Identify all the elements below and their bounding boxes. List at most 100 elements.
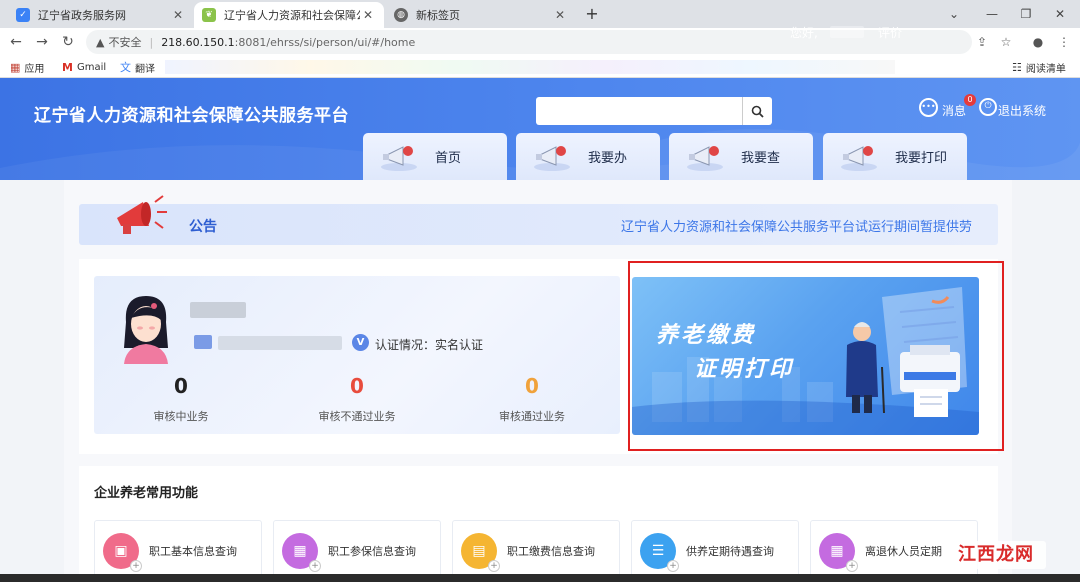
banner-illustration [632,287,979,435]
window-close-button[interactable]: ✕ [1050,4,1070,24]
function-employee-basic-info[interactable]: ▣ + 职工基本信息查询 [94,520,262,582]
stat-rejected-count[interactable]: 0 [327,374,387,398]
notice-bar[interactable]: 公告 辽宁省人力资源和社会保障公共服务平台试运行期间暂提供劳 [79,195,998,245]
id-card-icon [194,335,212,349]
site-search-input[interactable] [536,97,772,125]
forward-button[interactable]: → [32,32,52,52]
id-number-blurred [218,336,342,350]
globe-icon: ◍ [394,8,408,22]
back-button[interactable]: ← [6,32,26,52]
close-icon[interactable]: ✕ [552,8,568,22]
reload-button[interactable]: ↻ [58,32,78,52]
verification-status: 认证情况：实名认证 [375,338,484,352]
url-path: :8081/ehrss/si/person/ui/#/home [234,35,416,49]
blurred-bookmarks [165,60,895,74]
megaphone-icon [381,145,417,171]
shield-icon: ✓ [16,8,30,22]
restore-button[interactable]: ❐ [1016,4,1036,24]
plus-icon: + [667,560,679,572]
plus-icon: + [488,560,500,572]
avatar [124,296,168,364]
nav-tab-label: 我要打印 [895,151,948,166]
apps-grid-icon: ▦ [10,60,21,74]
tab-title: 辽宁省人力资源和社会保障公共服 [224,9,360,22]
bookmark-label: 翻译 [135,63,155,75]
greeting-text: 您好, [790,26,818,40]
user-name-blurred [190,302,246,318]
new-tab-button[interactable]: + [582,4,602,24]
messages-link[interactable]: 消息 [942,102,966,119]
document-icon: ▤ + [461,533,500,572]
watermark-logo: 江西龙网 [946,541,1046,569]
message-icon[interactable]: ••• [919,98,938,117]
bookmark-label: Gmail [76,61,107,73]
bookmark-translate[interactable]: 文 翻译 [120,59,155,75]
bookmark-apps[interactable]: ▦ 应用 [10,59,44,75]
megaphone-icon [841,145,877,171]
function-label: 离退休人员定期 [865,545,942,558]
browser-tab-active[interactable]: ❦ 辽宁省人力资源和社会保障公共服 ✕ [194,2,384,28]
plus-icon: + [846,560,858,572]
tab-title: 新标签页 [416,9,460,22]
function-label: 供养定期待遇查询 [686,545,774,558]
function-label: 职工基本信息查询 [149,545,237,558]
notice-title: 公告 [189,219,217,235]
function-payment-info[interactable]: ▤ + 职工缴费信息查询 [452,520,620,582]
nav-tab-apply[interactable]: 我要办 [516,133,660,180]
nav-tab-print[interactable]: 我要打印 [823,133,967,180]
browser-tab[interactable]: ✓ 辽宁省政务服务网 ✕ [8,2,194,28]
site-title: 辽宁省人力资源和社会保障公共服务平台 [34,106,349,126]
grid-icon: ▦ + [282,533,321,572]
megaphone-icon [117,195,167,234]
username-blurred [830,26,864,38]
bookmark-gmail[interactable]: M Gmail [62,59,106,75]
browser-tab-bar: ✓ 辽宁省政务服务网 ✕ ❦ 辽宁省人力资源和社会保障公共服 ✕ ◍ 新标签页 … [0,0,1080,28]
megaphone-icon [687,145,723,171]
minimize-button[interactable]: — [982,4,1002,24]
browser-tab[interactable]: ◍ 新标签页 ✕ [386,2,576,28]
close-icon[interactable]: ✕ [360,8,376,22]
plus-icon: + [309,560,321,572]
function-label: 职工缴费信息查询 [507,545,595,558]
list-icon: ☰ + [640,533,679,572]
translate-icon: 文 [120,61,131,74]
address-toolbar: ← → ↻ ▲ 不安全 | 218.60.150.1 :8081/ehrss/s… [0,28,1080,56]
close-icon[interactable]: ✕ [170,8,186,22]
function-insurance-info[interactable]: ▦ + 职工参保信息查询 [273,520,441,582]
gmail-icon: M [62,60,73,74]
rate-link[interactable]: 评价 [878,24,902,41]
verified-icon: V [352,334,369,351]
grid-icon: ▦ + [819,533,858,572]
leaf-icon: ❦ [202,8,216,22]
share-icon[interactable]: ⇪ [972,32,992,52]
power-icon[interactable]: ⏻ [979,98,997,116]
stat-pending-count[interactable]: 0 [151,374,211,398]
reading-list-button[interactable]: ☷ 阅读清单 [1012,59,1066,75]
security-label: 不安全 [108,36,142,49]
menu-icon[interactable]: ⋮ [1054,32,1074,52]
pension-certificate-banner[interactable]: 养老缴费 证明打印 [632,277,979,435]
url-host: 218.60.150.1 [161,35,235,49]
nav-tab-home[interactable]: 首页 [363,133,507,180]
function-periodic-benefits[interactable]: ☰ + 供养定期待遇查询 [631,520,799,582]
warning-icon: ▲ [96,35,105,49]
nav-tab-query[interactable]: 我要查 [669,133,813,180]
tab-search-icon[interactable]: ⌄ [944,4,964,24]
tab-title: 辽宁省政务服务网 [38,9,126,22]
notice-text[interactable]: 辽宁省人力资源和社会保障公共服务平台试运行期间暂提供劳 [621,216,972,235]
profile-icon[interactable]: ● [1028,32,1048,52]
banner-title-line2: 证明打印 [694,357,795,382]
stat-pending-label: 审核中业务 [153,410,209,423]
reading-list-label: 阅读清单 [1025,63,1066,75]
bookmark-star-icon[interactable]: ☆ [996,32,1016,52]
stat-approved-count[interactable]: 0 [502,374,562,398]
nav-tab-label: 我要查 [741,151,781,166]
logout-link[interactable]: 退出系统 [998,102,1046,119]
megaphone-icon [534,145,570,171]
search-icon[interactable] [742,97,772,125]
message-count-badge: 0 [964,94,976,106]
functions-heading: 企业养老常用功能 [94,486,199,501]
bookmarks-bar: ▦ 应用 M Gmail 文 翻译 ☷ 阅读清单 [0,56,1080,78]
bookmark-label: 应用 [24,63,45,75]
stat-approved-label: 审核通过业务 [499,410,565,423]
